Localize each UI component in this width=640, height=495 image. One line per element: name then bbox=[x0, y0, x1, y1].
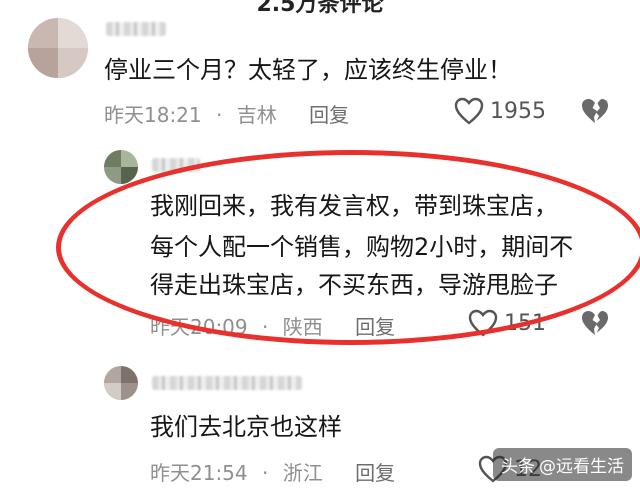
comment-text-line-1: 我刚回来，我有发言权，带到珠宝店， bbox=[150, 192, 558, 220]
like-count: 1955 bbox=[490, 98, 546, 124]
reply-button[interactable]: 回复 bbox=[355, 311, 395, 340]
username-blurred[interactable] bbox=[152, 158, 200, 172]
reply-button[interactable]: 回复 bbox=[355, 457, 395, 486]
comment-time: 昨天18:21 bbox=[104, 103, 202, 127]
comment-meta: 昨天21:54 · 浙江 回复 bbox=[150, 457, 395, 486]
comment-meta: 昨天18:21 · 吉林 回复 bbox=[104, 99, 349, 128]
comment-text: 停业三个月？太轻了，应该终生停业！ bbox=[104, 56, 512, 84]
avatar[interactable] bbox=[28, 18, 88, 78]
meta-separator: · bbox=[262, 461, 269, 485]
comment-time: 昨天21:54 bbox=[150, 461, 248, 485]
comment-meta: 昨天20:09 · 陕西 回复 bbox=[150, 311, 395, 340]
watermark-prefix: 头条 bbox=[501, 457, 535, 477]
like-button[interactable]: 151 bbox=[468, 309, 546, 337]
heart-outline-icon bbox=[454, 97, 484, 125]
source-watermark: 头条 @远看生活 bbox=[493, 448, 632, 481]
reply-button[interactable]: 回复 bbox=[309, 99, 349, 128]
comment-text: 我们去北京也这样 bbox=[150, 413, 342, 441]
comment-location: 浙江 bbox=[282, 461, 323, 485]
avatar[interactable] bbox=[104, 366, 138, 400]
meta-separator: · bbox=[262, 315, 269, 339]
avatar[interactable] bbox=[104, 150, 138, 184]
meta-separator: · bbox=[216, 103, 223, 127]
like-button[interactable]: 1955 bbox=[454, 97, 546, 125]
broken-heart-icon[interactable] bbox=[580, 309, 610, 337]
username-blurred[interactable] bbox=[106, 22, 166, 36]
broken-heart-icon[interactable] bbox=[580, 97, 610, 125]
comment-text-line-2: 每个人配一个销售，购物2小时，期间不 bbox=[150, 233, 574, 261]
username-blurred[interactable] bbox=[152, 376, 302, 390]
comment-time: 昨天20:09 bbox=[150, 315, 248, 339]
comment-text-line-3: 得走出珠宝店，不买东西，导游甩脸子 bbox=[150, 271, 558, 299]
comments-count-title: 2.5万条评论 bbox=[256, 0, 384, 17]
comment-location: 吉林 bbox=[236, 103, 277, 127]
watermark-handle: @远看生活 bbox=[539, 457, 624, 477]
like-count: 151 bbox=[504, 310, 546, 336]
comment-location: 陕西 bbox=[282, 315, 323, 339]
heart-outline-icon bbox=[468, 309, 498, 337]
